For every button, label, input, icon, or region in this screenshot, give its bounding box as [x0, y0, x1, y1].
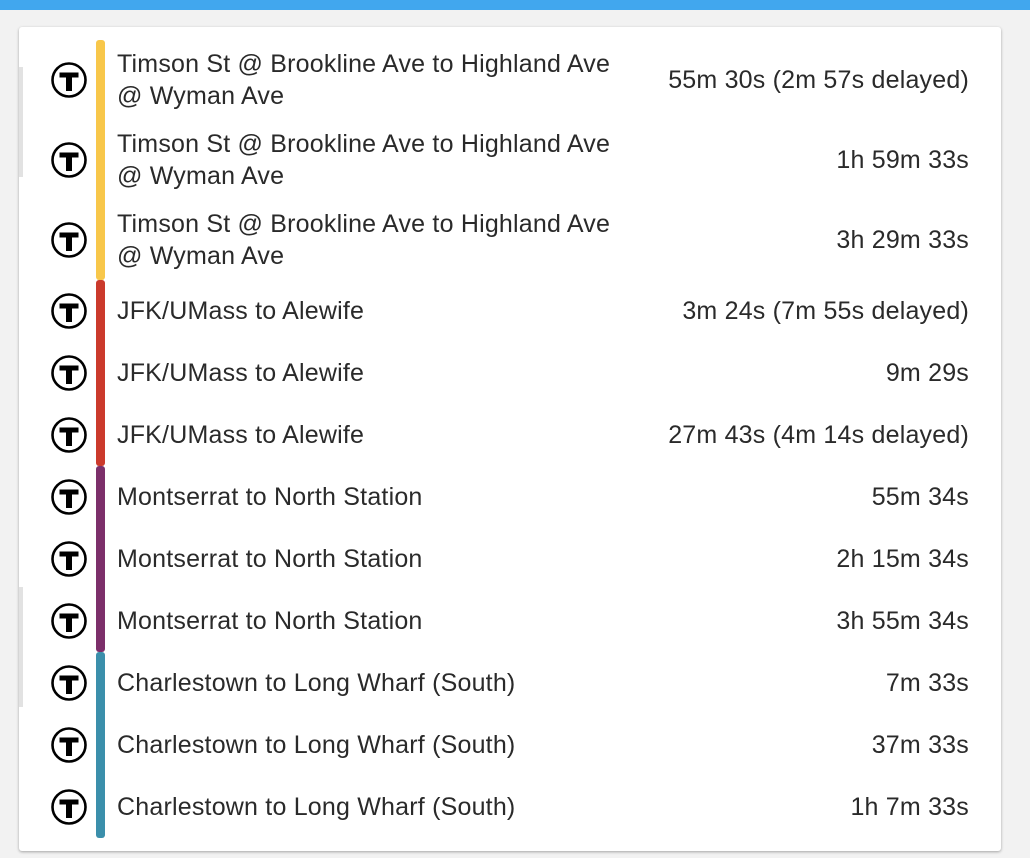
- mbta-t-icon: [51, 665, 87, 701]
- mbta-t-icon: [51, 479, 87, 515]
- arrival-time: 37m 33s: [871, 731, 969, 759]
- departure-row[interactable]: Montserrat to North Station 55m 34s: [19, 466, 1001, 528]
- departure-row[interactable]: Timson St @ Brookline Ave to Highland Av…: [19, 40, 1001, 120]
- departure-row[interactable]: Charlestown to Long Wharf (South) 37m 33…: [19, 714, 1001, 776]
- mbta-t-icon: [51, 293, 87, 329]
- departure-row[interactable]: Timson St @ Brookline Ave to Highland Av…: [19, 120, 1001, 200]
- route-name: JFK/UMass to Alewife: [117, 421, 365, 449]
- line-color-bar: [96, 200, 105, 280]
- route-name: JFK/UMass to Alewife: [117, 359, 365, 387]
- line-color-bar: [96, 280, 105, 342]
- arrival-time: 3h 55m 34s: [836, 607, 969, 635]
- mbta-t-icon: [51, 789, 87, 825]
- route-name: Timson St @ Brookline Ave to Highland Av…: [117, 50, 611, 110]
- arrival-time: 3h 29m 33s: [836, 226, 969, 254]
- mbta-t-icon: [51, 62, 87, 98]
- arrival-time: 3m 24s (7m 55s delayed): [682, 297, 969, 325]
- arrival-time: 55m 34s: [871, 483, 969, 511]
- route-name: JFK/UMass to Alewife: [117, 297, 365, 325]
- departure-row[interactable]: Charlestown to Long Wharf (South) 1h 7m …: [19, 776, 1001, 838]
- line-color-bar: [96, 40, 105, 120]
- departure-row[interactable]: Timson St @ Brookline Ave to Highland Av…: [19, 200, 1001, 280]
- route-name: Timson St @ Brookline Ave to Highland Av…: [117, 210, 611, 270]
- departure-row[interactable]: Montserrat to North Station 2h 15m 34s: [19, 528, 1001, 590]
- departure-row[interactable]: JFK/UMass to Alewife 27m 43s (4m 14s del…: [19, 404, 1001, 466]
- line-color-bar: [96, 120, 105, 200]
- line-color-bar: [96, 404, 105, 466]
- route-name: Charlestown to Long Wharf (South): [117, 793, 516, 821]
- mbta-t-icon: [51, 222, 87, 258]
- mbta-t-icon: [51, 142, 87, 178]
- line-color-bar: [96, 776, 105, 838]
- arrival-time: 1h 59m 33s: [836, 146, 969, 174]
- line-color-bar: [96, 466, 105, 528]
- arrival-time: 1h 7m 33s: [850, 793, 969, 821]
- line-color-bar: [96, 342, 105, 404]
- route-name: Montserrat to North Station: [117, 483, 423, 511]
- route-name: Charlestown to Long Wharf (South): [117, 669, 516, 697]
- top-app-bar: [0, 0, 1030, 10]
- arrival-time: 2h 15m 34s: [836, 545, 969, 573]
- departures-card: Timson St @ Brookline Ave to Highland Av…: [19, 27, 1001, 851]
- arrival-time: 9m 29s: [885, 359, 969, 387]
- departure-row[interactable]: Montserrat to North Station 3h 55m 34s: [19, 590, 1001, 652]
- mbta-t-icon: [51, 355, 87, 391]
- line-color-bar: [96, 590, 105, 652]
- arrival-time: 27m 43s (4m 14s delayed): [668, 421, 969, 449]
- route-name: Montserrat to North Station: [117, 607, 423, 635]
- arrival-time: 55m 30s (2m 57s delayed): [668, 66, 969, 94]
- route-name: Montserrat to North Station: [117, 545, 423, 573]
- departure-row[interactable]: Charlestown to Long Wharf (South) 7m 33s: [19, 652, 1001, 714]
- mbta-t-icon: [51, 541, 87, 577]
- route-name: Timson St @ Brookline Ave to Highland Av…: [117, 130, 611, 190]
- line-color-bar: [96, 652, 105, 714]
- mbta-t-icon: [51, 603, 87, 639]
- line-color-bar: [96, 528, 105, 590]
- mbta-t-icon: [51, 727, 87, 763]
- arrival-time: 7m 33s: [885, 669, 969, 697]
- line-color-bar: [96, 714, 105, 776]
- departure-row[interactable]: JFK/UMass to Alewife 3m 24s (7m 55s dela…: [19, 280, 1001, 342]
- departure-row[interactable]: JFK/UMass to Alewife 9m 29s: [19, 342, 1001, 404]
- mbta-t-icon: [51, 417, 87, 453]
- route-name: Charlestown to Long Wharf (South): [117, 731, 516, 759]
